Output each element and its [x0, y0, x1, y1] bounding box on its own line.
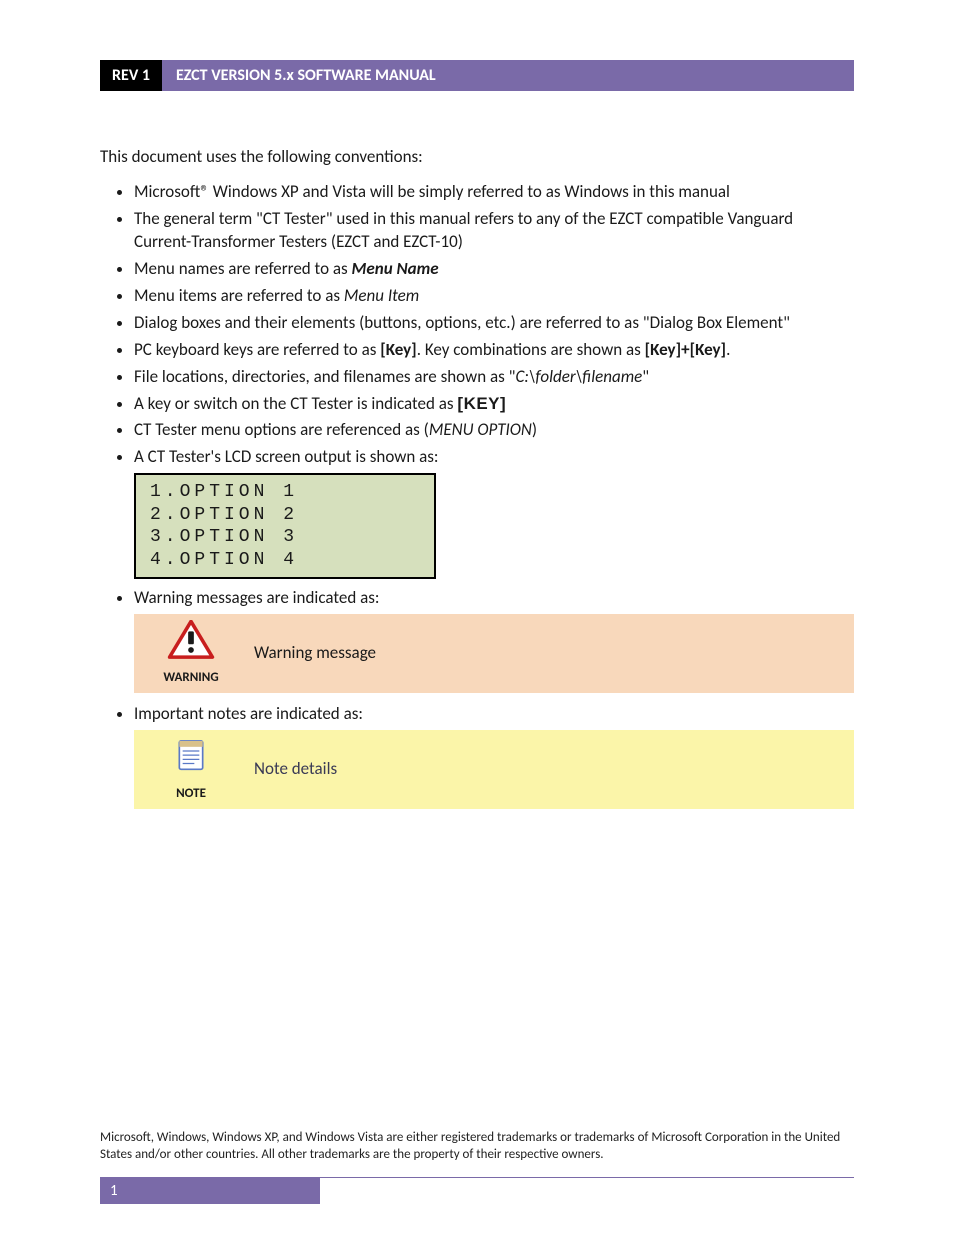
text-fragment: Important notes are indicated as:	[134, 703, 363, 724]
note-text: Note details	[230, 758, 337, 781]
list-item: File locations, directories, and filenam…	[134, 366, 854, 389]
warning-icon-column: WARNING	[152, 620, 230, 687]
note-label: NOTE	[152, 785, 230, 803]
list-item: PC keyboard keys are referred to as [Key…	[134, 339, 854, 362]
list-item: Warning messages are indicated as: WARNI…	[134, 587, 854, 693]
list-item: Menu names are referred to as Menu Name	[134, 258, 854, 281]
warning-icon	[167, 620, 215, 660]
lcd-line: 4.OPTION 4	[150, 549, 420, 572]
menu-name-style: Menu Name	[352, 258, 439, 279]
menu-item-style: Menu Item	[344, 285, 419, 306]
lcd-line: 3.OPTION 3	[150, 526, 420, 549]
filepath-style: C:\folder\filename	[515, 366, 642, 387]
warning-callout: WARNING Warning message	[134, 614, 854, 693]
text-fragment: A CT Tester's LCD screen output is shown…	[134, 446, 438, 467]
warning-label: WARNING	[152, 669, 230, 687]
manual-title: EZCT VERSION 5.x SOFTWARE MANUAL	[162, 60, 854, 91]
text-fragment: Menu items are referred to as	[134, 285, 344, 306]
revision-badge: REV 1	[100, 60, 162, 91]
lcd-line: 2.OPTION 2	[150, 504, 420, 527]
text-fragment: Menu names are referred to as	[134, 258, 352, 279]
trademark-notice: Microsoft, Windows, Windows XP, and Wind…	[100, 1129, 854, 1164]
lcd-line: 1.OPTION 1	[150, 481, 420, 504]
text-fragment: CT Tester menu options are referenced as…	[134, 419, 429, 440]
list-item: The general term "CT Tester" used in thi…	[134, 208, 854, 254]
text-fragment: A key or switch on the CT Tester is indi…	[134, 393, 457, 414]
key-style: [Key]	[380, 339, 416, 360]
hardware-key-style: [KEY]	[457, 394, 506, 413]
key-combo-style: [Key]+[Key]	[645, 339, 726, 360]
list-item: CT Tester menu options are referenced as…	[134, 419, 854, 442]
footer-bar: 1	[100, 1177, 854, 1204]
lcd-screen-example: 1.OPTION 1 2.OPTION 2 3.OPTION 3 4.OPTIO…	[134, 473, 436, 579]
header-bar: REV 1 EZCT VERSION 5.x SOFTWARE MANUAL	[100, 60, 854, 91]
page-number: 1	[100, 1178, 320, 1204]
text-fragment: )	[532, 419, 537, 440]
intro-text: This document uses the following convent…	[100, 146, 854, 167]
list-item: Menu items are referred to as Menu Item	[134, 285, 854, 308]
text-fragment: "	[642, 366, 649, 387]
list-item: Important notes are indicated as: NOTE N…	[134, 703, 854, 809]
text-fragment: File locations, directories, and filenam…	[134, 366, 515, 387]
text-fragment: . Key combinations are shown as	[417, 339, 645, 360]
list-item: Microsoft® Windows XP and Vista will be …	[134, 181, 854, 204]
document-page: REV 1 EZCT VERSION 5.x SOFTWARE MANUAL T…	[0, 0, 954, 1244]
warning-text: Warning message	[230, 642, 376, 665]
note-callout: NOTE Note details	[134, 730, 854, 809]
text-fragment: PC keyboard keys are referred to as	[134, 339, 380, 360]
menu-option-style: MENU OPTION	[429, 419, 532, 440]
conventions-list: Microsoft® Windows XP and Vista will be …	[124, 181, 854, 809]
list-item: A key or switch on the CT Tester is indi…	[134, 393, 854, 416]
notepad-icon	[171, 736, 211, 776]
text-fragment: Warning messages are indicated as:	[134, 587, 379, 608]
list-item: Dialog boxes and their elements (buttons…	[134, 312, 854, 335]
note-icon-column: NOTE	[152, 736, 230, 803]
list-item: A CT Tester's LCD screen output is shown…	[134, 446, 854, 579]
text-fragment: .	[726, 339, 730, 360]
